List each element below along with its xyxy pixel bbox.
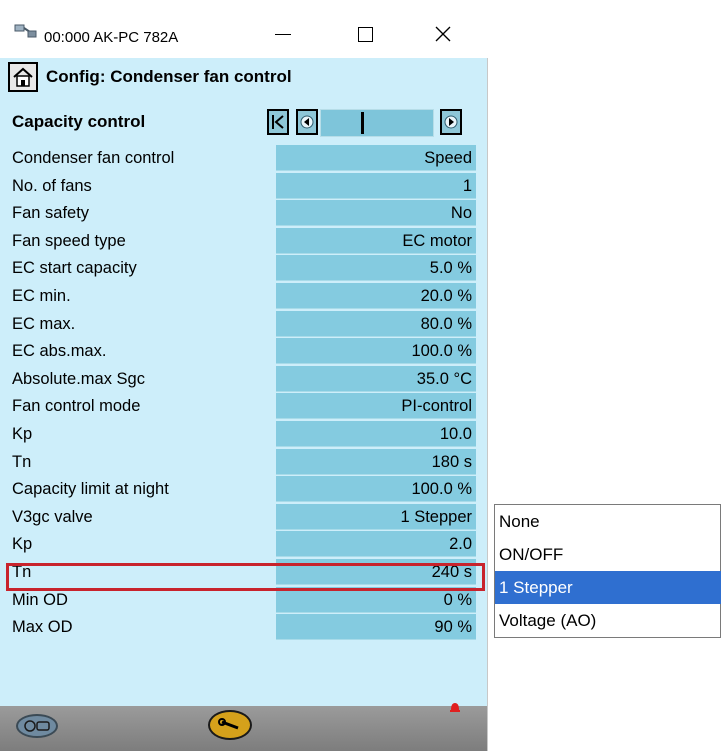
page-indicator: [320, 109, 434, 137]
parameter-row[interactable]: EC start capacity 5.0 %: [0, 255, 487, 283]
maximize-icon: [357, 26, 373, 42]
parameter-label: Kp: [12, 424, 33, 443]
parameter-label: Fan control mode: [12, 397, 141, 416]
section-title: Capacity control: [12, 112, 146, 131]
page-position-marker: [361, 112, 364, 134]
parameter-label: EC max.: [12, 314, 76, 333]
parameter-row[interactable]: Fan control mode PI-control: [0, 393, 487, 421]
dropdown-option[interactable]: None: [495, 505, 721, 538]
minimize-icon: [275, 33, 291, 35]
section-header: Capacity control: [0, 102, 487, 140]
parameter-label: EC min.: [12, 286, 71, 305]
v3gc-valve-dropdown[interactable]: None ON/OFF 1 Stepper Voltage (AO): [494, 504, 721, 638]
next-page-icon: [444, 115, 458, 129]
parameter-value[interactable]: PI-control: [276, 393, 476, 420]
minimize-button[interactable]: [260, 14, 306, 54]
close-button[interactable]: [420, 14, 466, 54]
parameter-value[interactable]: 180 s: [276, 448, 476, 475]
parameter-row[interactable]: Condenser fan control Speed: [0, 145, 487, 173]
config-panel: Config: Condenser fan control Capacity c…: [0, 58, 487, 751]
parameter-row[interactable]: Fan safety No: [0, 200, 487, 228]
previous-page-button[interactable]: [296, 109, 318, 135]
wrench-icon: [218, 718, 239, 730]
parameter-label: EC start capacity: [12, 259, 137, 278]
parameter-value[interactable]: 1 Stepper: [276, 503, 476, 530]
parameter-value[interactable]: No: [276, 200, 476, 227]
parameter-row[interactable]: EC abs.max. 100.0 %: [0, 338, 487, 366]
parameter-value[interactable]: 5.0 %: [276, 255, 476, 282]
parameter-value[interactable]: 100.0 %: [276, 476, 476, 503]
parameter-label: Tn: [12, 452, 32, 471]
parameter-row[interactable]: No. of fans 1: [0, 172, 487, 201]
parameter-label: Min OD: [12, 590, 68, 609]
parameter-label: Fan safety: [12, 204, 90, 223]
parameter-label: Capacity limit at night: [12, 480, 169, 499]
parameter-row[interactable]: Capacity limit at night 100.0 %: [0, 476, 487, 504]
page-header: Config: Condenser fan control: [0, 58, 487, 96]
parameter-value[interactable]: Speed: [276, 145, 476, 171]
maximize-button[interactable]: [342, 14, 388, 54]
controller-button[interactable]: [16, 714, 58, 738]
parameter-value[interactable]: 80.0 %: [276, 310, 476, 337]
parameter-label: Absolute.max Sgc: [12, 369, 145, 388]
window-title: 00:000 AK-PC 782A: [44, 29, 179, 46]
parameter-value[interactable]: 20.0 %: [276, 282, 476, 309]
parameter-row[interactable]: EC min. 20.0 %: [0, 282, 487, 311]
first-page-icon: [272, 115, 284, 129]
parameter-row[interactable]: Tn 180 s: [0, 448, 487, 477]
dropdown-option-selected[interactable]: 1 Stepper: [495, 571, 721, 604]
dropdown-option[interactable]: Voltage (AO): [495, 604, 721, 637]
parameter-value[interactable]: 100.0 %: [276, 338, 476, 365]
parameter-label: Condenser fan control: [12, 149, 175, 167]
close-icon: [435, 26, 451, 42]
home-icon: [13, 67, 33, 87]
parameter-value[interactable]: 2.0: [276, 531, 476, 558]
previous-page-icon: [300, 115, 314, 129]
next-page-button[interactable]: [440, 109, 462, 135]
parameter-label: Max OD: [12, 618, 73, 637]
page-title: Config: Condenser fan control: [46, 67, 292, 86]
parameter-label: Fan speed type: [12, 231, 126, 250]
alarm-bell-icon[interactable]: [448, 700, 462, 714]
parameter-row[interactable]: Kp 2.0: [0, 531, 487, 559]
parameter-row-v3gc-valve[interactable]: V3gc valve 1 Stepper: [0, 503, 487, 532]
service-button[interactable]: [208, 710, 252, 740]
parameter-label: No. of fans: [12, 176, 92, 195]
connection-icon: [14, 21, 38, 39]
parameter-label: EC abs.max.: [12, 342, 107, 361]
parameter-label: V3gc valve: [12, 507, 93, 526]
parameter-row[interactable]: EC max. 80.0 %: [0, 310, 487, 339]
selected-row-highlight: [6, 563, 485, 591]
parameter-value[interactable]: 1: [276, 172, 476, 199]
footer-bar: [0, 703, 487, 751]
parameter-row[interactable]: Kp 10.0: [0, 420, 487, 449]
controller-icon: [24, 720, 50, 732]
parameter-label: Kp: [12, 535, 33, 554]
first-page-button[interactable]: [267, 109, 289, 135]
title-bar: 00:000 AK-PC 782A: [0, 0, 488, 58]
home-button[interactable]: [8, 62, 38, 92]
parameter-row[interactable]: Max OD 90 %: [0, 614, 487, 642]
parameter-value[interactable]: 90 %: [276, 614, 476, 641]
dropdown-option[interactable]: ON/OFF: [495, 538, 721, 571]
parameter-row[interactable]: Absolute.max Sgc 35.0 °C: [0, 365, 487, 394]
parameter-row[interactable]: Fan speed type EC motor: [0, 227, 487, 256]
parameter-value[interactable]: 35.0 °C: [276, 365, 476, 392]
parameter-value[interactable]: EC motor: [276, 227, 476, 254]
parameter-value[interactable]: 10.0: [276, 420, 476, 447]
app-window: 00:000 AK-PC 782A Config: Condenser fan …: [0, 0, 488, 751]
